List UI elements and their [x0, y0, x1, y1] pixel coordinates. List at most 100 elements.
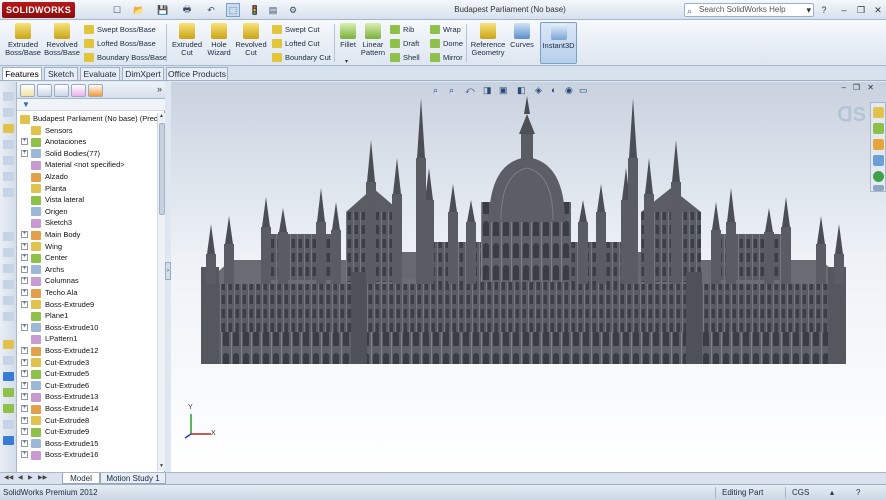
tree-item[interactable]: + Center — [17, 252, 157, 264]
swept-cut-button[interactable]: Swept Cut — [272, 23, 320, 36]
fillet-button[interactable]: Fillet ▾ — [337, 22, 359, 66]
tab-evaluate[interactable]: Evaluate — [80, 67, 120, 80]
wrap-button[interactable]: Wrap — [430, 23, 461, 36]
feature-tool-icon[interactable] — [3, 124, 14, 133]
graphics-area[interactable]: ⌕ ⌕ ⤺ ◨ ▣ ◧ ◈ ◐ ◉ ▭ – ❐ ✕ ᗡS Y X — [171, 82, 886, 472]
feature-tool-icon[interactable] — [3, 388, 14, 397]
fillet-dropdown-icon[interactable]: ▾ — [345, 58, 348, 66]
expand-plus-icon[interactable]: + — [21, 242, 28, 250]
sketch-tool-icon[interactable] — [3, 172, 14, 181]
save-icon[interactable]: 💾 — [156, 3, 170, 17]
extruded-cut-button[interactable]: Extruded Cut — [170, 22, 204, 64]
expand-plus-icon[interactable]: + — [21, 289, 28, 296]
tab-nav-prev-icon[interactable]: ◀ — [18, 473, 23, 484]
expand-plus-icon[interactable]: + — [21, 416, 28, 424]
expand-plus-icon[interactable]: + — [21, 439, 28, 447]
tab-sketch[interactable]: Sketch — [44, 67, 78, 80]
scroll-thumb[interactable] — [159, 123, 165, 215]
rib-button[interactable]: Rib — [390, 23, 414, 36]
expand-plus-icon[interactable]: + — [21, 277, 28, 285]
sketch-tool-icon[interactable] — [3, 356, 14, 365]
minimize-button[interactable]: – — [838, 4, 850, 16]
tree-item[interactable]: Material <not specified> — [17, 159, 157, 171]
expand-plus-icon[interactable]: + — [21, 393, 28, 401]
view-tool-icon[interactable] — [3, 264, 14, 273]
linear-pattern-button[interactable]: Linear Pattern — [360, 22, 386, 64]
shell-button[interactable]: Shell — [390, 51, 420, 64]
sketch-tool-icon[interactable] — [3, 372, 14, 381]
tab-nav-next-icon[interactable]: ▶ — [28, 473, 33, 484]
search-dropdown-icon[interactable]: ▾ — [806, 4, 811, 16]
expand-plus-icon[interactable]: + — [21, 265, 28, 273]
featuremanager-tree-icon[interactable] — [20, 84, 35, 97]
tree-item[interactable]: + Boss-Extrude9 — [17, 299, 157, 311]
tree-root-part[interactable]: Budapest Parliament (No base) (Prede — [17, 113, 157, 125]
print-icon[interactable]: 🖶 — [180, 3, 194, 17]
tab-dimxpert[interactable]: DimXpert — [122, 67, 164, 80]
tree-item[interactable]: + Boss-Extrude13 — [17, 391, 157, 403]
tab-nav-last-icon[interactable]: ▶▶ — [38, 473, 47, 484]
hole-wizard-button[interactable]: Hole Wizard — [204, 22, 234, 64]
undo-icon[interactable]: ↶ — [204, 3, 218, 17]
expand-plus-icon[interactable]: + — [21, 149, 28, 157]
expand-plus-icon[interactable]: + — [21, 347, 28, 354]
tree-item[interactable]: + Columnas — [17, 275, 157, 287]
sketch-tool-icon[interactable] — [3, 140, 14, 149]
tree-item[interactable]: + Boss-Extrude16 — [17, 449, 157, 461]
expand-plus-icon[interactable]: + — [21, 358, 28, 366]
tree-item[interactable]: LPattern1 — [17, 333, 157, 345]
solidworks-logo[interactable]: SOLIDWORKS — [2, 2, 75, 18]
options-icon[interactable]: ⚙ — [286, 3, 300, 17]
boundary-cut-button[interactable]: Boundary Cut — [272, 51, 331, 64]
open-icon[interactable]: 📂 — [132, 3, 146, 17]
scroll-up-icon[interactable]: ▲ — [158, 113, 165, 121]
new-document-icon[interactable]: ☐ — [110, 3, 124, 17]
view-tool-icon[interactable] — [3, 232, 14, 241]
dimxpert-manager-icon[interactable] — [71, 84, 86, 97]
expand-plus-icon[interactable]: + — [21, 370, 28, 378]
tree-item[interactable]: + Archs — [17, 264, 157, 276]
curves-button[interactable]: Curves — [508, 22, 536, 64]
tree-item[interactable]: + Boss-Extrude12 — [17, 345, 157, 357]
display-manager-icon[interactable] — [88, 84, 103, 97]
extruded-boss-button[interactable]: Extruded Boss/Base — [4, 22, 42, 64]
feature-tool-icon[interactable] — [3, 340, 14, 349]
tree-item[interactable]: + Main Body — [17, 229, 157, 241]
tree-item[interactable]: Planta — [17, 183, 157, 195]
expand-plus-icon[interactable]: + — [21, 300, 28, 308]
sketch-tool-icon[interactable] — [3, 92, 14, 101]
expand-plus-icon[interactable]: + — [21, 381, 28, 389]
sketch-tool-icon[interactable] — [3, 420, 14, 429]
mirror-button[interactable]: Mirror — [430, 51, 463, 64]
restore-button[interactable]: ❐ — [855, 4, 867, 16]
status-units-arrow-icon[interactable]: ▴ — [830, 485, 834, 500]
tree-item[interactable]: Sketch3 — [17, 217, 157, 229]
tree-item[interactable]: Alzado — [17, 171, 157, 183]
tree-item[interactable]: + Boss-Extrude14 — [17, 403, 157, 415]
tree-item[interactable]: Vista lateral — [17, 194, 157, 206]
tree-item[interactable]: Plane1 — [17, 310, 157, 322]
dome-button[interactable]: Dome — [430, 37, 463, 50]
sketch-tool-icon[interactable] — [3, 188, 14, 197]
select-icon[interactable]: ⬚ — [226, 3, 240, 17]
status-help-icon[interactable]: ? — [856, 485, 860, 500]
tree-item[interactable]: + Anotaciones — [17, 136, 157, 148]
tree-item[interactable]: + Cut-Extrude9 — [17, 426, 157, 438]
rebuild-icon[interactable]: 🚦 — [248, 3, 262, 17]
feature-tree-scrollbar[interactable]: ▲ ▼ — [157, 113, 165, 471]
tree-item[interactable]: + Solid Bodies(77) — [17, 148, 157, 160]
scroll-down-icon[interactable]: ▼ — [158, 463, 165, 471]
expand-plus-icon[interactable]: + — [21, 428, 28, 436]
tree-item[interactable]: + Wing — [17, 241, 157, 253]
draft-button[interactable]: Draft — [390, 37, 419, 50]
status-units[interactable]: CGS — [792, 485, 809, 500]
instant3d-button[interactable]: Instant3D — [540, 22, 577, 64]
parliament-model[interactable] — [171, 82, 886, 472]
tree-item[interactable]: + Cut-Extrude8 — [17, 415, 157, 427]
tree-item[interactable]: Sensors — [17, 125, 157, 137]
tree-item[interactable]: + Cut-Extrude3 — [17, 357, 157, 369]
view-tool-icon[interactable] — [3, 296, 14, 305]
tree-item[interactable]: + Cut-Extrude6 — [17, 380, 157, 392]
revolved-cut-button[interactable]: Revolved Cut — [234, 22, 268, 64]
tab-model[interactable]: Model — [62, 473, 100, 484]
